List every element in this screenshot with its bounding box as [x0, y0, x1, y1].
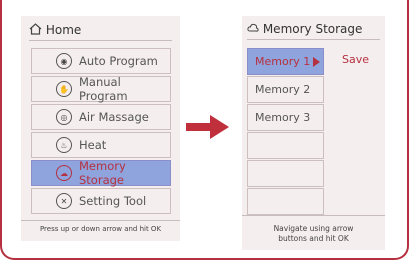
- memory-slot-label: Memory 2: [255, 83, 311, 96]
- memory-storage-screen: Memory Storage Memory 1 Memory 2 Memory …: [242, 16, 385, 250]
- setting-tool-icon: ✕: [56, 193, 72, 209]
- home-icon: [29, 23, 42, 35]
- memory-slot-empty[interactable]: [247, 160, 324, 187]
- hand-icon: ✋: [56, 81, 72, 97]
- menu-item-label: Heat: [79, 138, 107, 152]
- footer-divider: [242, 215, 385, 216]
- selection-pointer-icon: [313, 56, 321, 67]
- menu-item-label: Air Massage: [79, 110, 149, 124]
- auto-program-icon: ◉: [56, 53, 72, 69]
- hint-line-1: Navigate using arrow: [273, 224, 354, 233]
- menu-item-manual-program[interactable]: ✋ Manual Program: [31, 75, 171, 103]
- header-divider: [247, 39, 380, 40]
- memory-storage-icon: ☁: [56, 165, 72, 181]
- memory-storage-icon: [247, 23, 259, 32]
- menu-item-label: Setting Tool: [79, 194, 147, 208]
- memory-slot-1[interactable]: Memory 1: [247, 48, 324, 75]
- heat-icon: ♨: [56, 137, 72, 153]
- menu-item-label: Auto Program: [79, 54, 158, 68]
- header-divider: [29, 40, 172, 41]
- navigation-hint: Navigate using arrow buttons and hit OK: [242, 224, 385, 244]
- memory-slot-label: Memory 1: [255, 55, 311, 68]
- memory-title: Memory Storage: [262, 22, 363, 36]
- memory-slot-empty[interactable]: [247, 132, 324, 159]
- menu-item-heat[interactable]: ♨ Heat: [31, 132, 171, 158]
- right-arrow-icon: [186, 115, 229, 139]
- home-header: Home: [29, 23, 81, 37]
- memory-slot-label: Memory 3: [255, 111, 311, 124]
- menu-item-auto-program[interactable]: ◉ Auto Program: [31, 48, 171, 74]
- memory-header: Memory Storage: [247, 22, 362, 36]
- menu-item-memory-storage[interactable]: ☁ Memory Storage: [31, 159, 171, 187]
- home-footnote: Press up or down arrow and hit OK: [39, 225, 162, 233]
- home-title: Home: [45, 23, 82, 37]
- save-button[interactable]: Save: [342, 53, 369, 66]
- memory-slot-2[interactable]: Memory 2: [247, 76, 324, 103]
- home-menu: ◉ Auto Program ✋ Manual Program ◎ Air Ma…: [31, 48, 171, 216]
- menu-item-label: Memory Storage: [79, 159, 126, 187]
- memory-slot-3[interactable]: Memory 3: [247, 104, 324, 131]
- menu-item-label: Manual Program: [79, 75, 128, 103]
- menu-item-setting-tool[interactable]: ✕ Setting Tool: [31, 188, 171, 214]
- air-massage-icon: ◎: [56, 109, 72, 125]
- home-screen: Home ◉ Auto Program ✋ Manual Program ◎ A…: [21, 16, 180, 241]
- hint-line-2: buttons and hit OK: [278, 234, 349, 243]
- memory-list: Memory 1 Memory 2 Memory 3: [247, 48, 324, 216]
- menu-item-air-massage[interactable]: ◎ Air Massage: [31, 104, 171, 130]
- memory-slot-empty[interactable]: [247, 188, 324, 215]
- footer-divider: [21, 220, 180, 221]
